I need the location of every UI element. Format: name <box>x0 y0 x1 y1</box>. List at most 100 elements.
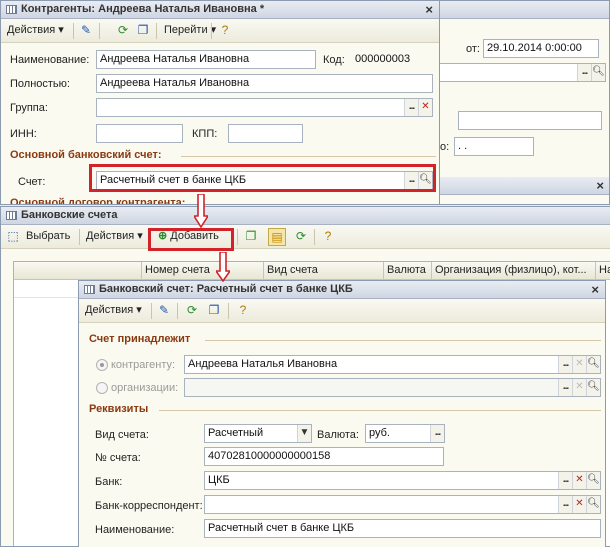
background-lower-titlebar: × <box>436 177 609 195</box>
pencil-icon[interactable]: ✎ <box>77 22 95 40</box>
toolbar-separator <box>148 229 149 245</box>
bank-account-title: Банковский счет: Расчетный счет в банке … <box>99 283 353 295</box>
close-icon[interactable]: × <box>591 281 599 298</box>
contractor-radio[interactable] <box>96 359 108 371</box>
magnifier-icon[interactable]: 🔍︎ <box>586 356 600 373</box>
ellipsis-icon[interactable]: ... <box>558 472 572 489</box>
full-name-field[interactable]: Андреева Наталья Ивановна <box>96 74 433 93</box>
add-icon: ⊕ <box>158 230 168 242</box>
toolbar-separator <box>177 303 178 319</box>
close-icon[interactable]: × <box>425 1 433 18</box>
actions-menu-button[interactable]: Действия ▾ <box>83 228 146 246</box>
code-value: 000000003 <box>355 53 411 65</box>
account-number-field[interactable]: 40702810000000000158 <box>204 447 444 466</box>
magnifier-icon[interactable]: 🔍︎ <box>591 64 605 81</box>
clear-icon[interactable]: ✕ <box>572 472 586 489</box>
select-button[interactable]: Выбрать <box>23 228 73 246</box>
bank-account-window: Банковский счет: Расчетный счет в банке … <box>78 280 606 547</box>
bank-field[interactable]: ЦКБ ... ✕ 🔍︎ <box>204 471 601 490</box>
group-field[interactable]: ... ✕ <box>96 98 433 117</box>
copy-icon[interactable]: ❐ <box>205 302 223 320</box>
ellipsis-icon[interactable]: ... <box>577 64 591 81</box>
correspondent-bank-label: Банк-корреспондент: <box>95 500 203 512</box>
currency-field[interactable]: руб. ... <box>365 424 445 443</box>
background-empty-field[interactable] <box>458 111 602 130</box>
actions-menu-button[interactable]: Действия ▾ <box>82 302 145 320</box>
background-select-field[interactable]: ... 🔍︎ <box>436 63 606 82</box>
account-value: Расчетный счет в банке ЦКБ <box>100 174 247 186</box>
column-organization[interactable]: Организация (физлицо), кот... <box>432 262 596 280</box>
ellipsis-icon[interactable]: ... <box>558 496 572 513</box>
dropdown-arrow[interactable]: ▼ <box>297 425 311 442</box>
toolbar-separator <box>73 23 74 39</box>
toolbar-separator <box>99 23 100 39</box>
clear-icon[interactable]: ✕ <box>572 379 586 396</box>
help-icon[interactable]: ? <box>319 228 337 246</box>
help-icon[interactable]: ? <box>216 22 234 40</box>
actions-label: Действия <box>85 304 134 316</box>
inn-label: ИНН: <box>10 128 37 140</box>
contractor-window: Контрагенты: Андреева Наталья Ивановна *… <box>0 0 440 205</box>
select-label: Выбрать <box>26 230 71 242</box>
clear-icon[interactable]: ✕ <box>418 99 432 116</box>
column-name[interactable]: На <box>596 262 610 280</box>
dropdown-arrow: ▾ <box>58 24 64 36</box>
dropdown-arrow: ▾ <box>136 304 142 316</box>
full-name-value: Андреева Наталья Ивановна <box>100 77 250 89</box>
toolbar-separator <box>156 23 157 39</box>
help-icon[interactable]: ? <box>234 302 252 320</box>
ellipsis-icon[interactable]: ... <box>404 172 418 189</box>
column-account-number[interactable]: Номер счета <box>142 262 264 280</box>
select-icon: ⬚ <box>7 229 19 243</box>
refresh-icon[interactable]: ⟳ <box>183 302 201 320</box>
copy-icon[interactable]: ❐ <box>134 22 152 40</box>
clear-icon[interactable]: ✕ <box>572 356 586 373</box>
inn-field[interactable] <box>96 124 183 143</box>
code-field[interactable]: 000000003 <box>351 50 431 69</box>
owner-section-title: Счет принадлежит <box>89 333 191 345</box>
account-type-label: Вид счета: <box>95 429 149 441</box>
close-icon[interactable]: × <box>596 177 604 194</box>
contractor-value: Андреева Наталья Ивановна <box>188 358 338 370</box>
bank-accounts-toolbar: ⬚ Выбрать Действия ▾ ⊕ Добавить ❐ ▤ ⟳ ? <box>1 225 610 249</box>
magnifier-icon[interactable]: 🔍︎ <box>586 379 600 396</box>
currency-value: руб. <box>369 427 390 439</box>
full-name-label: Полностью: <box>10 78 70 90</box>
ellipsis-icon[interactable]: ... <box>558 379 572 396</box>
clear-icon[interactable]: ✕ <box>572 496 586 513</box>
mini-label: о: <box>440 141 450 153</box>
ellipsis-icon[interactable]: ... <box>558 356 572 373</box>
section-divider <box>205 340 601 341</box>
toolbar-separator <box>211 23 212 39</box>
contractor-field[interactable]: Андреева Наталья Ивановна ... ✕ 🔍︎ <box>184 355 601 374</box>
organization-radio[interactable] <box>96 382 108 394</box>
magnifier-icon[interactable]: 🔍︎ <box>586 496 600 513</box>
refresh-icon[interactable]: ⟳ <box>292 228 310 246</box>
ellipsis-icon[interactable]: ... <box>404 99 418 116</box>
add-button[interactable]: ⊕ Добавить <box>155 228 222 246</box>
column-account-type[interactable]: Вид счета <box>264 262 384 280</box>
grid-header: Номер счета Вид счета Валюта Организация… <box>14 262 610 280</box>
organization-field[interactable]: ... ✕ 🔍︎ <box>184 378 601 397</box>
kpp-field[interactable] <box>228 124 303 143</box>
ellipsis-icon[interactable]: ... <box>430 425 444 442</box>
copy-icon[interactable]: ❐ <box>242 228 260 246</box>
magnifier-icon[interactable]: 🔍︎ <box>586 472 600 489</box>
refresh-icon[interactable]: ⟳ <box>114 22 132 40</box>
group-label: Группа: <box>10 102 48 114</box>
date-label: от: <box>466 43 480 55</box>
mini-date-field[interactable]: . . <box>454 137 534 156</box>
contractor-window-title: Контрагенты: Андреева Наталья Ивановна * <box>21 3 265 15</box>
date-field[interactable]: 29.10.2014 0:00:00 <box>483 39 599 58</box>
magnifier-icon[interactable]: 🔍︎ <box>418 172 432 189</box>
actions-menu-button[interactable]: Действия ▾ <box>4 22 67 40</box>
pencil-icon[interactable]: ✎ <box>155 302 173 320</box>
column-currency[interactable]: Валюта <box>384 262 432 280</box>
hierarchy-icon[interactable]: ▤ <box>268 228 286 246</box>
account-name-field[interactable]: Расчетный счет в банке ЦКБ <box>204 519 601 538</box>
correspondent-bank-field[interactable]: ... ✕ 🔍︎ <box>204 495 601 514</box>
grid-row[interactable] <box>14 280 80 298</box>
name-field[interactable]: Андреева Наталья Ивановна <box>96 50 316 69</box>
account-field[interactable]: Расчетный счет в банке ЦКБ ... 🔍︎ <box>96 171 433 190</box>
account-type-select[interactable]: Расчетный ▼ <box>204 424 312 443</box>
